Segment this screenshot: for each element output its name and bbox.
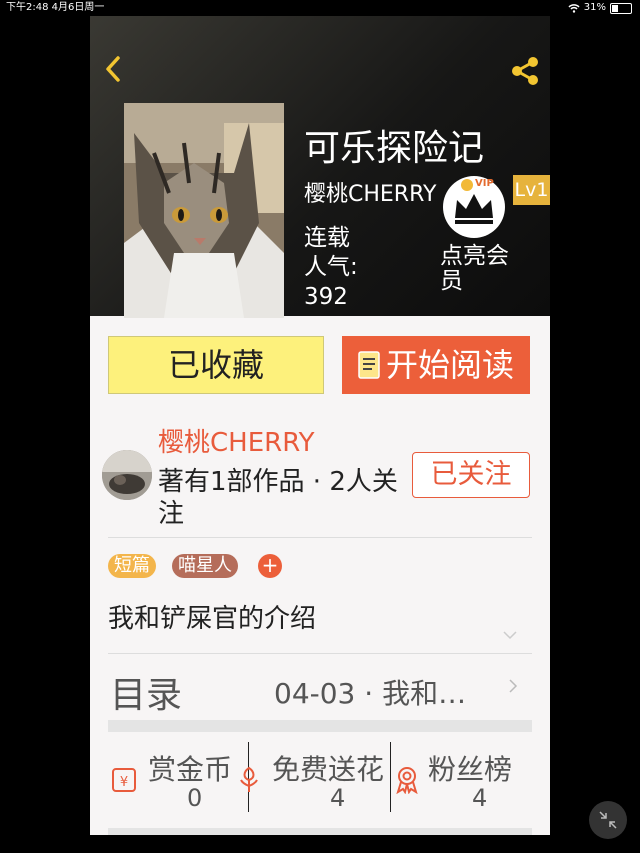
author-info: 著有1部作品 · 2人关注 (158, 467, 398, 529)
book-header: 可乐探险记 樱桃CHERRY VIP Lv1 连载 人气: 392 点亮会员 (90, 16, 550, 318)
minimize-window-button[interactable] (589, 801, 627, 839)
chevron-down-icon[interactable] (502, 630, 518, 640)
divider (108, 653, 532, 654)
start-reading-label: 开始阅读 (385, 346, 514, 384)
chevron-right-icon[interactable] (508, 678, 518, 694)
book-title: 可乐探险记 (304, 128, 485, 169)
cat-avatar-image (102, 450, 152, 500)
stat-divider (390, 742, 391, 812)
author-avatar[interactable] (102, 450, 152, 500)
favorited-button[interactable]: 已收藏 (108, 336, 324, 394)
reward-coins-label[interactable]: 赏金币 (148, 748, 232, 788)
add-tag-button[interactable]: + (258, 554, 282, 578)
vip-badge[interactable]: VIP (443, 176, 505, 238)
tag-short-story[interactable]: 短篇 (108, 554, 156, 578)
book-introduction: 我和铲屎官的介绍 (108, 604, 317, 634)
start-reading-button[interactable]: 开始阅读 (342, 336, 530, 394)
status-date: 4月6日周一 (51, 2, 105, 13)
following-button[interactable]: 已关注 (412, 452, 530, 498)
fan-ranking-value: 4 (472, 784, 488, 812)
flower-icon (240, 766, 258, 792)
section-separator (108, 720, 532, 732)
share-icon[interactable] (508, 54, 542, 88)
battery-icon (610, 2, 632, 14)
battery-percent: 31% (583, 2, 606, 13)
book-icon (358, 351, 380, 379)
section-separator (108, 828, 532, 835)
medal-icon (396, 767, 418, 794)
serial-status: 连载 (304, 225, 350, 251)
divider (108, 537, 532, 538)
wifi-icon (568, 4, 580, 13)
crown-icon (444, 177, 504, 237)
free-flowers-label[interactable]: 免费送花 (272, 748, 384, 788)
status-bar: 下午2:48 4月6日周一 31% (0, 0, 640, 16)
back-icon[interactable] (102, 54, 124, 84)
status-right: 31% (568, 0, 632, 16)
latest-chapter[interactable]: 04-03 · 我和… (274, 672, 466, 712)
popularity-count: 人气: 392 (304, 254, 358, 310)
tag-cat-people[interactable]: 喵星人 (172, 554, 238, 578)
table-of-contents-label[interactable]: 目录 (110, 666, 182, 718)
reward-coins-value: 0 (187, 784, 203, 812)
status-time-date: 下午2:48 4月6日周一 (6, 0, 104, 16)
activate-membership-link[interactable]: 点亮会员 (440, 244, 530, 294)
book-author[interactable]: 樱桃CHERRY (304, 176, 436, 208)
level-badge: Lv1 (513, 175, 550, 205)
svg-text:¥: ¥ (120, 775, 128, 790)
status-time: 下午2:48 (6, 2, 49, 13)
vip-label: VIP (475, 178, 494, 189)
author-name[interactable]: 樱桃CHERRY (158, 422, 314, 459)
app-window: 可乐探险记 樱桃CHERRY VIP Lv1 连载 人气: 392 点亮会员 已… (90, 16, 550, 835)
coin-icon: ¥ (112, 768, 136, 792)
free-flowers-value: 4 (330, 784, 346, 812)
collapse-arrows-icon (599, 811, 617, 829)
book-cover-image[interactable] (124, 103, 284, 318)
fan-ranking-label[interactable]: 粉丝榜 (428, 748, 512, 788)
